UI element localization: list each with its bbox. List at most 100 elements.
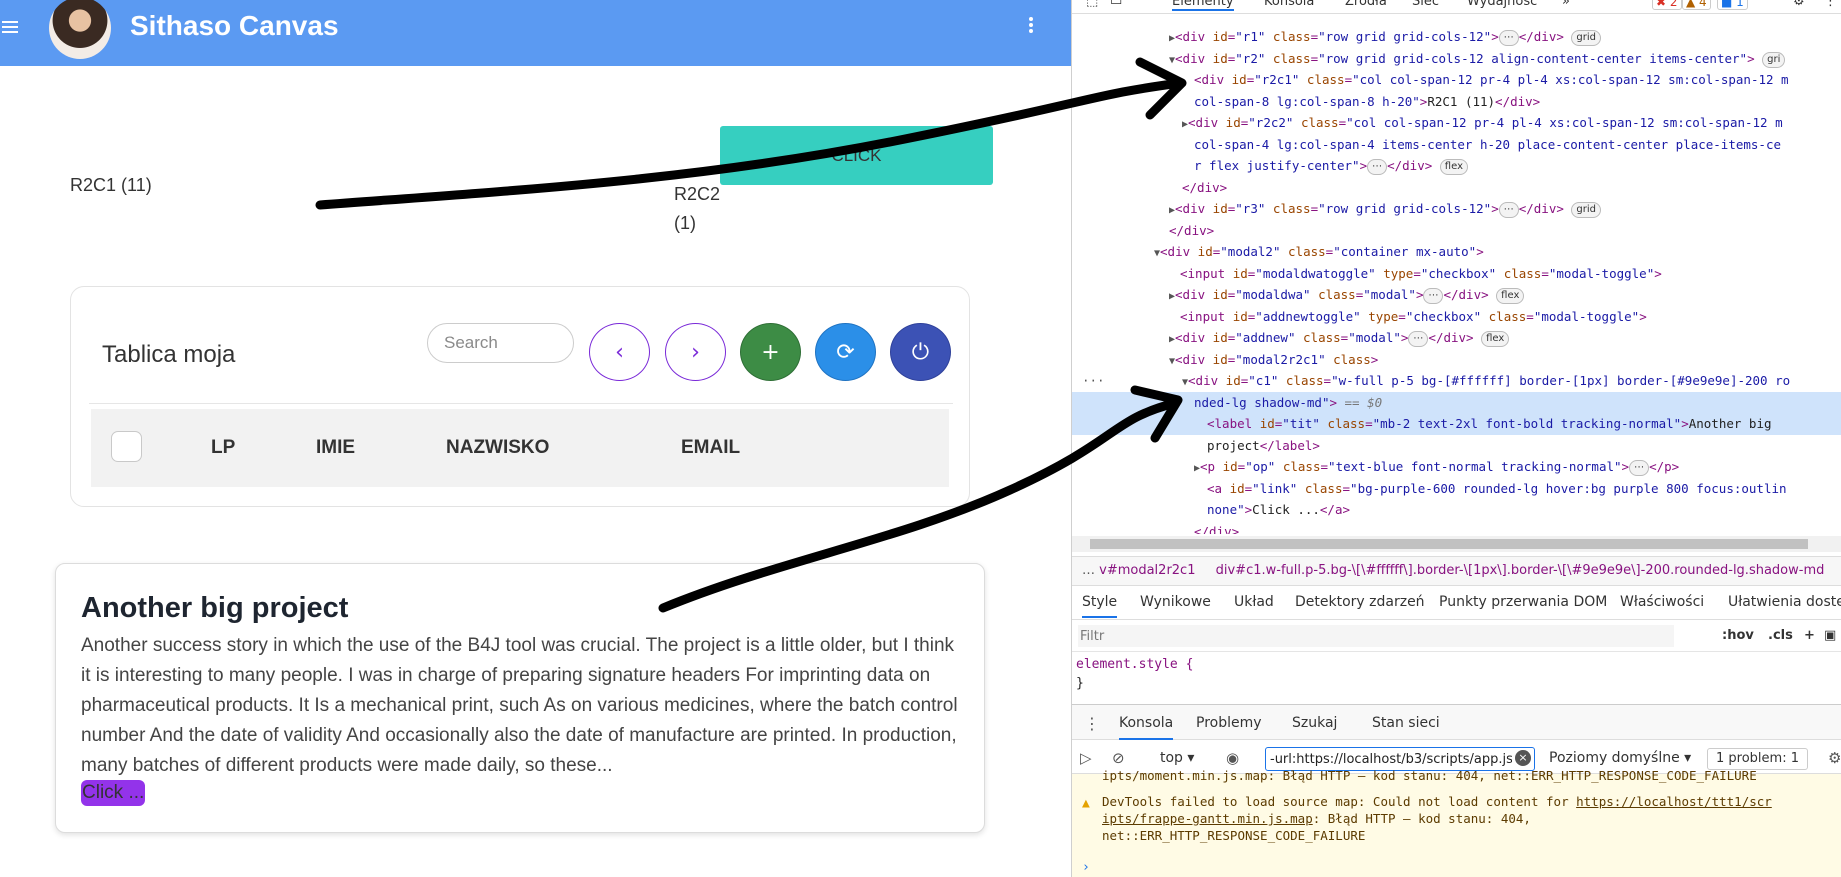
tree-node-tit[interactable]: <label id="tit" class="mb-2 text-2xl fon… [1207,413,1772,435]
tree-node-r2[interactable]: ▼<div id="r2" class="row grid grid-cols-… [1169,48,1786,72]
tree-node-addnew[interactable]: ▶<div id="addnew" class="modal"> ⋯ </div> … [1169,327,1510,351]
drawer-tab-search[interactable]: Szukaj [1292,715,1337,731]
tab-dom-breakpoints[interactable]: Punkty przerwania DOM [1439,594,1607,610]
click-button[interactable]: CLICK [720,126,993,185]
class-toggle[interactable]: .cls [1768,628,1793,643]
avatar [49,0,111,59]
tab-properties[interactable]: Właściwości [1620,594,1704,610]
warning-count-badge[interactable]: ▲ 4 [1682,0,1711,10]
live-expression-eye-icon[interactable]: ◉ [1226,749,1239,767]
sidebar-toggle-icon[interactable]: ▷ [1080,749,1092,767]
tree-node-r3[interactable]: ▶<div id="r3" class="row grid grid-cols-… [1169,198,1602,222]
context-select[interactable]: top ▾ [1160,750,1194,766]
tab-computed[interactable]: Wynikowe [1140,594,1211,610]
paint-icon[interactable]: ▣ [1824,628,1836,643]
project-link[interactable]: Click ... [81,780,146,806]
tab-network[interactable]: Sieć [1412,0,1439,9]
tab-styles[interactable]: Style [1082,594,1118,618]
log-levels-select[interactable]: Poziomy domyślne ▾ [1549,750,1691,766]
source-map-link[interactable]: https://localhost/ttt1/scr [1576,794,1772,809]
tab-sources[interactable]: Źródła [1345,0,1387,9]
new-style-rule-icon[interactable]: + [1804,628,1815,643]
console-warning-line2: ipts/frappe-gantt.min.js.map: Błąd HTTP … [1102,811,1531,826]
console-message: ipts/moment.min.js.map: Błąd HTTP – kod … [1102,768,1757,783]
settings-gear-icon[interactable]: ⚙ [1793,0,1805,9]
hover-state-toggle[interactable]: :hov [1722,628,1754,643]
app-title: Sithaso Canvas [130,10,339,41]
refresh-button[interactable]: ⟳ [815,323,876,381]
elements-horizontal-scrollbar[interactable] [1072,536,1841,552]
table-header: LP IMIE NAZWISKO EMAIL [91,409,949,487]
tab-performance[interactable]: Wydajność [1467,0,1537,9]
console-settings-icon[interactable]: ⚙ [1828,749,1841,767]
breadcrumb-overflow-icon[interactable]: … [1082,563,1095,578]
styles-filter-input[interactable] [1078,625,1674,647]
column-header-lp[interactable]: LP [211,437,235,459]
console-prompt-icon[interactable]: › [1082,859,1090,876]
drawer-tab-issues[interactable]: Problemy [1196,715,1262,731]
tree-node-modal2[interactable]: ▼<div id="modal2" class="container mx-au… [1154,241,1484,265]
console-warning-line3: net::ERR_HTTP_RESPONSE_CODE_FAILURE [1102,828,1366,843]
devtools-tabbar: ⬚ ▭ Elementy Konsola Źródła Sieć Wydajno… [1072,0,1841,14]
tree-close-r2: </div> [1182,179,1228,195]
tab-elements[interactable]: Elementy [1172,0,1234,11]
app-preview: Sithaso Canvas R2C1 (11) R2C2 (1) CLICK … [0,0,1071,877]
more-vert-icon[interactable] [1025,16,1037,36]
breadcrumb-modal2r2c1[interactable]: v#modal2r2c1 [1099,563,1195,578]
tree-node-r2c1[interactable]: <div id="r2c1" class="col col-span-12 pr… [1194,69,1789,91]
drawer-menu-icon[interactable]: ⋮ [1084,714,1100,733]
drawer-tab-console[interactable]: Konsola [1119,715,1174,740]
breadcrumb-c1[interactable]: div#c1.w-full.p-5.bg-\[\#ffffff\].border… [1216,563,1825,578]
tab-accessibility[interactable]: Ułatwienia dostęp [1728,594,1841,610]
plus-icon: + [761,339,780,365]
error-count-badge[interactable]: ✖ 2 [1652,0,1682,10]
tree-node-tit-cont: project</label> [1207,437,1320,453]
add-button[interactable]: + [740,323,801,381]
tab-console[interactable]: Konsola [1264,0,1314,9]
clear-filter-icon[interactable]: × [1515,750,1531,766]
hamburger-menu-icon[interactable] [2,18,18,34]
inspect-icon[interactable]: ⬚ [1086,0,1098,9]
r2c2-text: R2C2 (1) [674,184,721,233]
chevron-right-icon: › [691,339,700,365]
tree-node-r1[interactable]: ▶<div id="r1" class="row grid grid-cols-… [1169,26,1602,50]
tree-node-addnewtoggle[interactable]: <input id="addnewtoggle" type="checkbox"… [1180,306,1647,328]
node-actions-icon[interactable]: ··· [1082,370,1105,392]
search-input[interactable] [427,323,574,363]
tree-close-c1: </div> [1194,523,1240,535]
tree-node-r2c2-cont2: r flex justify-center"> ⋯ </div> flex [1194,155,1468,177]
next-page-button[interactable]: › [665,323,726,381]
scrollbar-thumb[interactable] [1090,539,1808,549]
tab-event-listeners[interactable]: Detektory zdarzeń [1295,594,1425,610]
r2c1-text: R2C1 (11) [70,175,152,195]
divider [89,403,953,404]
column-header-email[interactable]: EMAIL [681,437,740,459]
refresh-icon: ⟳ [836,339,855,365]
clear-console-icon[interactable]: ⊘ [1112,749,1125,767]
chevron-left-icon: ‹ [615,339,624,365]
more-options-icon[interactable]: ⋮ [1824,0,1837,9]
tab-more[interactable]: » [1562,0,1570,9]
message-count-badge[interactable]: ■ 1 [1717,0,1748,10]
tree-node-c1[interactable]: ▼<div id="c1" class="w-full p-5 bg-[#fff… [1182,370,1790,394]
tab-layout[interactable]: Układ [1234,594,1274,610]
console-warning-line1: DevTools failed to load source map: Coul… [1102,794,1772,809]
tree-node-modal2r2c1[interactable]: ▼<div id="modal2r2c1" class> [1169,349,1378,373]
column-header-nazwisko[interactable]: NAZWISKO [446,437,549,459]
drawer-tab-network-conditions[interactable]: Stan sieci [1372,715,1440,731]
table-title: Tablica moja [102,341,236,368]
app-bar: Sithaso Canvas [0,0,1071,66]
device-toolbar-icon[interactable]: ▭ [1110,0,1122,9]
tree-node-link[interactable]: <a id="link" class="bg-purple-600 rounde… [1207,478,1787,500]
select-all-checkbox[interactable] [111,431,142,462]
tree-node-modaldwa[interactable]: ▶<div id="modaldwa" class="modal"> ⋯ </div… [1169,284,1525,308]
prev-page-button[interactable]: ‹ [589,323,650,381]
power-button[interactable]: ⏻ [890,323,951,381]
tree-node-r2c2[interactable]: ▶<div id="r2c2" class="col col-span-12 p… [1182,112,1783,136]
source-map-link-cont[interactable]: ipts/frappe-gantt.min.js.map [1102,811,1313,826]
column-header-imie[interactable]: IMIE [316,437,355,459]
power-icon: ⏻ [911,339,930,365]
tree-node-modaldwatoggle[interactable]: <input id="modaldwatoggle" type="checkbo… [1180,263,1662,285]
warning-icon: ▲ [1082,796,1090,811]
tree-node-op[interactable]: ▶<p id="op" class="text-blue font-normal… [1194,456,1679,480]
